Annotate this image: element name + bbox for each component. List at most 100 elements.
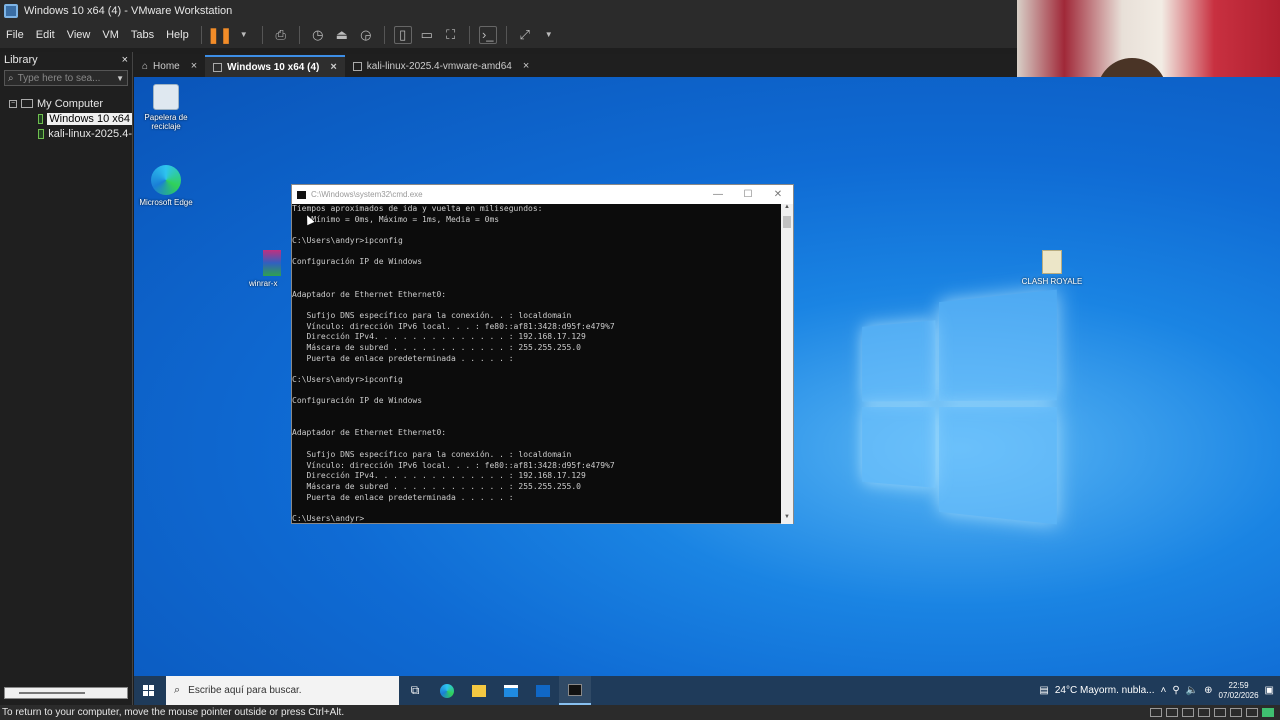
hdd-icon[interactable] [1150,708,1162,717]
network-icon[interactable]: ⚲ [1172,685,1179,696]
tab-kali[interactable]: kali-linux-2025.4-vmware-amd64 × [345,55,538,77]
chevron-down-icon[interactable]: ▼ [235,26,253,44]
network-adapter-icon[interactable] [1182,708,1194,717]
snapshot-manager-icon[interactable]: ◶ [357,26,375,44]
task-view-button[interactable]: ⧉ [399,676,431,705]
taskbar-cmd[interactable] [559,676,591,705]
chevron-down-icon[interactable]: ▼ [116,74,124,83]
message-log-icon[interactable] [1262,708,1274,717]
weather-text[interactable]: 24°C Mayorm. nubla... [1055,685,1155,696]
desktop-icon-clash-royale[interactable]: CLASH ROYALE [1020,250,1084,286]
close-icon[interactable]: × [523,60,529,72]
tab-home[interactable]: ⌂ Home × [134,55,205,77]
menubar: File Edit View VM Tabs Help ❚❚ ▼ ⎙ ◷ ⏏ ◶… [0,21,1017,48]
stretch-guest-icon[interactable]: ⤢ [516,26,534,44]
console-view-icon[interactable]: ›_ [478,25,497,44]
weather-icon[interactable]: ▤ [1039,685,1048,696]
send-ctrl-alt-del-icon[interactable]: ⎙ [272,26,290,44]
cdrom-icon[interactable] [1166,708,1178,717]
desktop-icon-recycle-bin[interactable]: Papelera de reciclaje [134,84,198,131]
menu-tabs[interactable]: Tabs [125,29,160,41]
menu-edit[interactable]: Edit [30,29,61,41]
toolbar-divider [505,25,507,44]
fullscreen-icon[interactable]: ⛶ [442,26,460,44]
speaker-icon[interactable]: 🔈 [1186,685,1198,696]
window-title: Windows 10 x64 (4) - VMware Workstation [24,4,233,17]
cmd-line [292,268,782,279]
cmd-line: Mínimo = 0ms, Máximo = 1ms, Media = 0ms [292,214,500,224]
close-icon[interactable]: ✕ [763,189,793,200]
language-icon[interactable]: ⊕ [1204,685,1212,696]
printer-icon[interactable] [1230,708,1242,717]
menu-file[interactable]: File [0,29,30,41]
library-search-placeholder: Type here to sea... [17,72,101,84]
folder-icon [472,684,486,697]
cmd-line: Vínculo: dirección IPv6 local. . . : fe8… [292,460,615,470]
cmd-titlebar[interactable]: C:\Windows\system32\cmd.exe — ☐ ✕ [292,185,793,204]
tree-item-windows10[interactable]: Windows 10 x64 [0,111,132,126]
chevron-down-icon[interactable]: ▼ [540,26,558,44]
scroll-up-icon[interactable]: ▲ [781,204,793,214]
cmd-output[interactable]: Tiempos aproximados de ida y vuelta en m… [292,204,782,524]
cmd-line: Máscara de subred . . . . . . . . . . . … [292,342,581,352]
tree-item-kali[interactable]: kali-linux-2025.4- [0,126,132,141]
tree-item-my-computer[interactable]: − My Computer [0,96,132,111]
cmd-title: C:\Windows\system32\cmd.exe [311,190,423,199]
library-toggle-icon[interactable]: ▯ [393,25,412,44]
taskbar-store[interactable] [495,676,527,705]
notifications-icon[interactable]: ▣ [1265,685,1274,696]
display-icon[interactable] [1246,708,1258,717]
close-icon[interactable]: × [330,61,336,73]
cmd-line: Sufijo DNS específico para la conexión. … [292,449,572,459]
vm-running-icon [38,128,45,139]
library-panel: Library × ⌕ Type here to sea... ▼ − My C… [0,52,133,705]
cmd-line: Adaptador de Ethernet Ethernet0: [292,289,447,299]
cmd-scrollbar[interactable]: ▲ ▼ [781,204,793,524]
cmd-line [292,503,782,514]
cmd-window[interactable]: C:\Windows\system32\cmd.exe — ☐ ✕ Tiempo… [291,184,794,524]
library-search-input[interactable]: ⌕ Type here to sea... ▼ [4,70,128,86]
guest-desktop[interactable]: Papelera de reciclaje Microsoft Edge win… [134,77,1280,676]
search-icon: ⌕ [174,684,181,696]
maximize-icon[interactable]: ☐ [733,189,763,200]
cmd-line: Sufijo DNS específico para la conexión. … [292,310,572,320]
guest-taskbar: ⌕ Escribe aquí para buscar. ⧉ ▤ 24°C May… [134,676,1280,705]
clock[interactable]: 22:59 07/02/2026 [1219,681,1259,701]
revert-snapshot-icon[interactable]: ⏏ [333,26,351,44]
tree-label: kali-linux-2025.4- [48,127,132,140]
library-tree: − My Computer Windows 10 x64 kali-linux-… [0,96,132,141]
menu-help[interactable]: Help [160,29,195,41]
library-close-icon[interactable]: × [122,54,128,66]
cmd-line: C:\Users\andyr>ipconfig [292,236,403,246]
taskbar-search-input[interactable]: ⌕ Escribe aquí para buscar. [166,676,399,705]
taskbar-file-explorer[interactable] [463,676,495,705]
scroll-down-icon[interactable]: ▼ [781,514,793,524]
tab-windows10[interactable]: Windows 10 x64 (4) × [205,55,345,77]
close-icon[interactable]: × [191,60,197,72]
desktop-icon-label: CLASH ROYALE [1021,277,1083,286]
sound-card-icon[interactable] [1214,708,1226,717]
chevron-up-icon[interactable]: ˄ [1160,685,1166,696]
vmware-app-icon [4,3,18,18]
cmd-line: Máscara de subred . . . . . . . . . . . … [292,481,581,491]
desktop-icon-winrar[interactable]: winrar-x [249,250,289,288]
scrollbar-thumb[interactable] [783,216,791,228]
library-horizontal-scrollbar[interactable] [4,687,128,699]
taskbar-outlook[interactable] [527,676,559,705]
desktop-icon-label: Microsoft Edge [139,198,193,207]
thumbnail-bar-icon[interactable]: ▭ [418,26,436,44]
menu-vm[interactable]: VM [96,29,125,41]
collapse-icon[interactable]: − [9,99,17,108]
cmd-line [292,364,782,375]
menu-view[interactable]: View [61,29,97,41]
pause-icon[interactable]: ❚❚ [207,26,232,44]
snapshot-icon[interactable]: ◷ [309,26,327,44]
desktop-icon-edge[interactable]: Microsoft Edge [134,165,198,207]
start-button[interactable] [134,676,163,705]
scrollbar-thumb[interactable] [19,692,85,694]
taskbar-edge[interactable] [431,676,463,705]
clock-time: 22:59 [1228,680,1249,690]
minimize-icon[interactable]: — [703,189,733,200]
tab-label: Windows 10 x64 (4) [227,61,320,73]
usb-icon[interactable] [1198,708,1210,717]
